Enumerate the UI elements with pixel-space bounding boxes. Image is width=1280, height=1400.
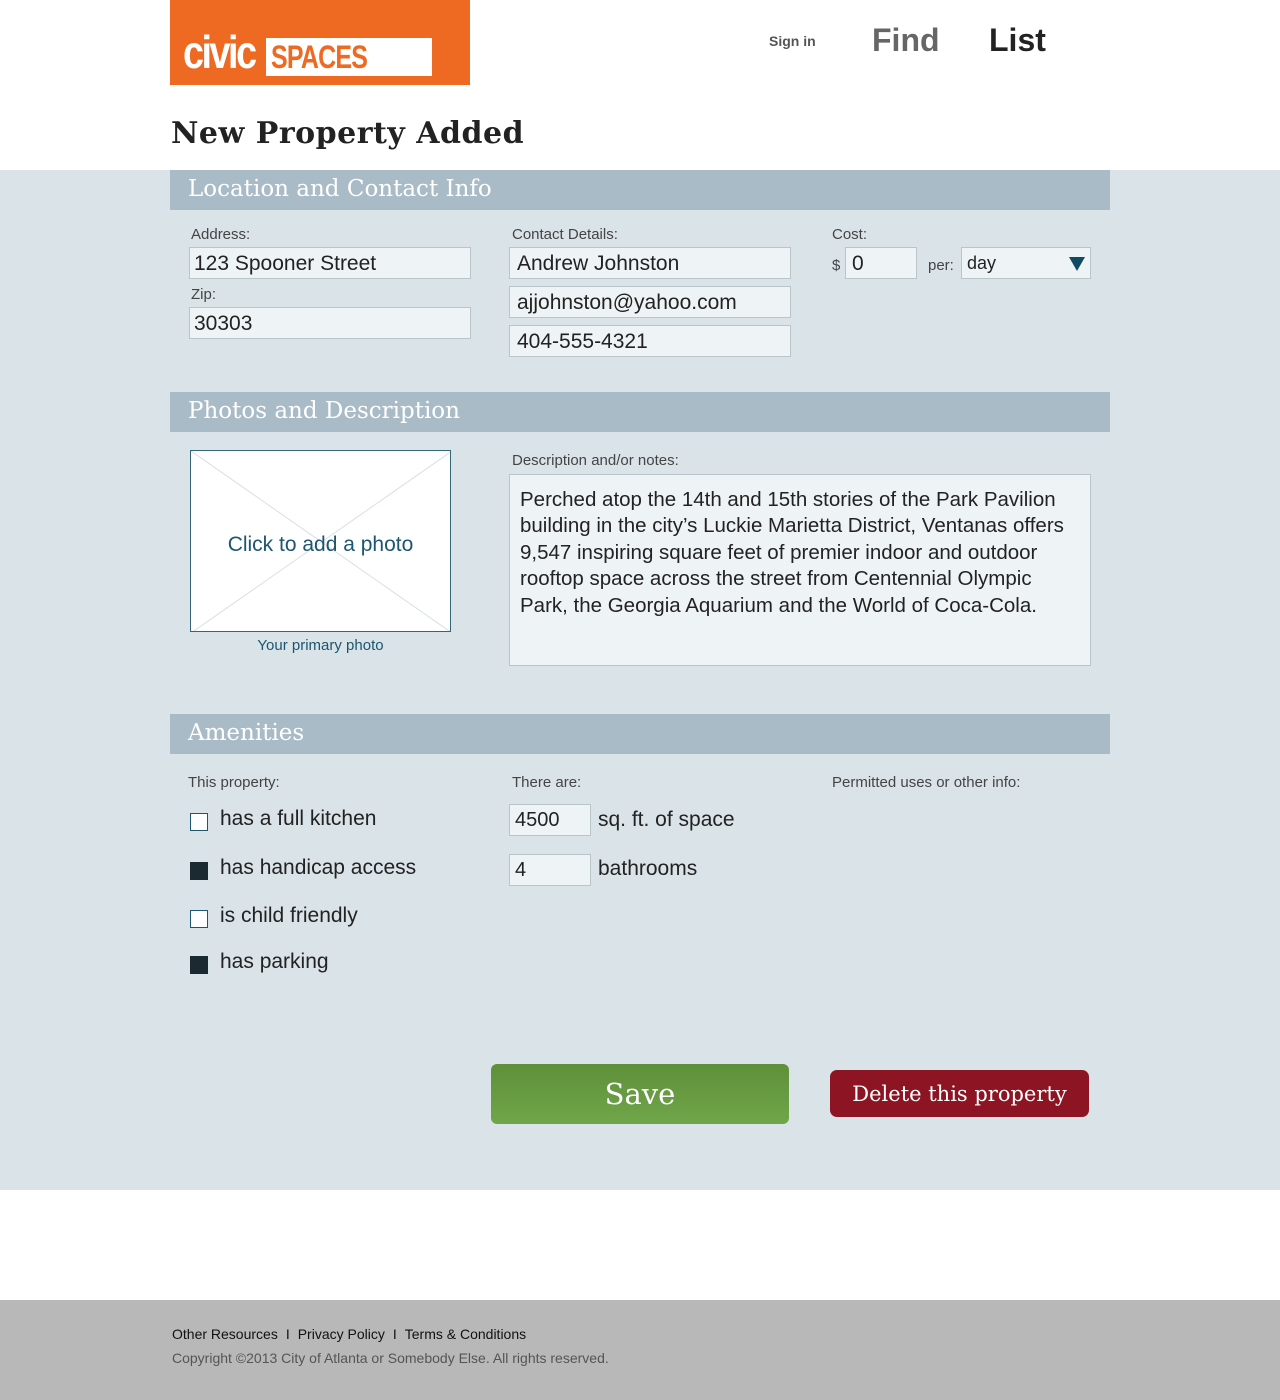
- cost-period-value: day: [967, 253, 997, 273]
- full-kitchen-label: has a full kitchen: [220, 807, 377, 830]
- contact-phone-field[interactable]: 404-555-4321: [509, 325, 791, 357]
- delete-property-button[interactable]: Delete this property: [830, 1070, 1089, 1117]
- per-label: per:: [928, 257, 954, 274]
- nav-list-link[interactable]: List: [989, 22, 1046, 59]
- full-kitchen-checkbox[interactable]: [190, 813, 208, 831]
- site-header: civic SPACES Sign in Find List New Prope…: [0, 0, 1280, 170]
- sqft-label: sq. ft. of space: [598, 808, 735, 831]
- amenities-section-header: Amenities: [170, 714, 1110, 754]
- site-footer: Other Resources I Privacy Policy I Terms & C…: [0, 1300, 1280, 1400]
- permitted-uses-label: Permitted uses or other info:: [832, 774, 1021, 791]
- copyright-text: Copyright ©2013 City of Atlanta or Someb…: [172, 1350, 609, 1366]
- zip-field[interactable]: 30303: [189, 307, 471, 339]
- photos-section-header: Photos and Description: [170, 392, 1110, 432]
- primary-photo-caption: Your primary photo: [257, 637, 384, 654]
- address-field[interactable]: 123 Spooner Street: [189, 247, 471, 279]
- there-are-label: There are:: [512, 774, 582, 791]
- civic-spaces-logo[interactable]: civic SPACES: [170, 0, 470, 85]
- zip-label: Zip:: [191, 286, 217, 303]
- footer-link-privacy-policy[interactable]: Privacy Policy: [298, 1326, 385, 1342]
- logo-spaces-box: SPACES: [266, 38, 432, 76]
- parking-checkbox[interactable]: [190, 956, 208, 974]
- description-label: Description and/or notes:: [512, 452, 679, 469]
- logo-civic-text: civic: [183, 26, 257, 78]
- photos-section-title: Photos and Description: [188, 398, 460, 424]
- footer-separator: I: [392, 1326, 397, 1342]
- address-label: Address:: [191, 226, 251, 243]
- location-section-header: Location and Contact Info: [170, 170, 1110, 210]
- add-photo-prompt: Click to add a photo: [227, 533, 414, 556]
- child-friendly-checkbox[interactable]: [190, 910, 208, 928]
- bathrooms-field[interactable]: 4: [509, 854, 591, 886]
- logo-spaces-text: SPACES: [271, 39, 368, 75]
- this-property-label: This property:: [188, 774, 280, 791]
- contact-name-field[interactable]: Andrew Johnston: [509, 247, 791, 279]
- sqft-field[interactable]: 4500: [509, 804, 591, 836]
- photo-upload-box[interactable]: Click to add a photo: [190, 450, 451, 632]
- footer-link-other-resources[interactable]: Other Resources: [172, 1326, 278, 1342]
- cost-field[interactable]: 0: [845, 247, 917, 279]
- dropdown-arrow-icon: [1069, 257, 1085, 271]
- nav-find-link[interactable]: Find: [872, 22, 940, 59]
- footer-link-terms[interactable]: Terms & Conditions: [405, 1326, 526, 1342]
- footer-links: Other Resources I Privacy Policy I Terms & C…: [172, 1326, 526, 1342]
- amenities-section-title: Amenities: [188, 720, 305, 746]
- child-friendly-label: is child friendly: [220, 904, 358, 927]
- handicap-access-label: has handicap access: [220, 856, 417, 879]
- parking-label: has parking: [220, 950, 329, 973]
- footer-separator: I: [285, 1326, 290, 1342]
- save-button[interactable]: Save: [491, 1064, 789, 1124]
- currency-symbol: $: [832, 257, 841, 274]
- handicap-access-checkbox[interactable]: [190, 862, 208, 880]
- cost-period-select[interactable]: day: [961, 247, 1091, 279]
- contact-email-field[interactable]: ajjohnston@yahoo.com: [509, 286, 791, 318]
- sign-in-link[interactable]: Sign in: [769, 33, 816, 49]
- description-textarea[interactable]: Perched atop the 14th and 15th stories o…: [509, 474, 1091, 666]
- contact-details-label: Contact Details:: [512, 226, 618, 243]
- cost-label: Cost:: [832, 226, 868, 243]
- bathrooms-label: bathrooms: [598, 857, 698, 880]
- page-title: New Property Added: [171, 116, 525, 151]
- location-section-title: Location and Contact Info: [188, 176, 492, 202]
